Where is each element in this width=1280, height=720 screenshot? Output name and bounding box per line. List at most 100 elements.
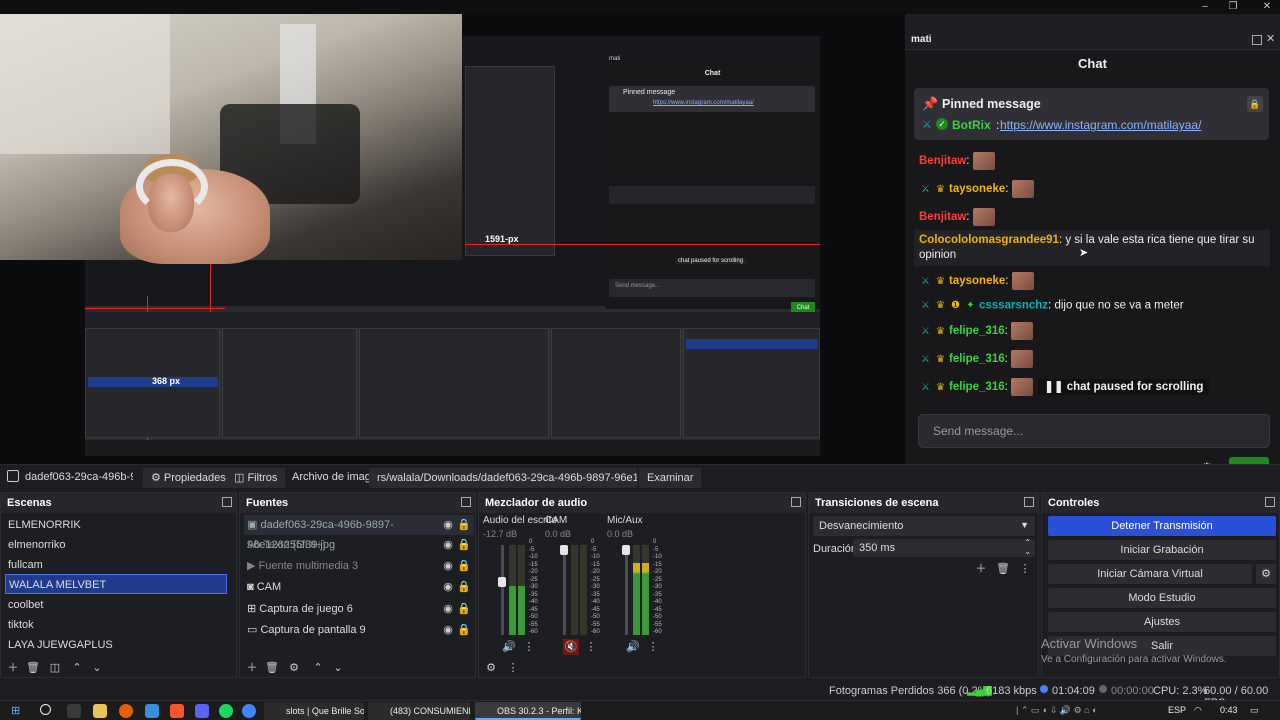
popout-icon[interactable] bbox=[222, 497, 232, 507]
windows-start-icon[interactable]: ⊞ bbox=[11, 704, 25, 718]
browse-button[interactable]: Examinar bbox=[639, 468, 702, 488]
arrow-down-icon[interactable]: ⌄ bbox=[89, 660, 105, 676]
more-icon[interactable]: ⋮ bbox=[505, 660, 521, 676]
properties-button[interactable]: ⚙ Propiedades bbox=[143, 468, 234, 488]
add-icon[interactable]: ＋ bbox=[973, 561, 989, 577]
scene-item[interactable]: fullcam bbox=[5, 555, 227, 575]
chat-username[interactable]: Benjitaw bbox=[919, 211, 966, 223]
pinned-link[interactable]: https://www.instagram.com/matilayaa/ bbox=[1000, 118, 1201, 132]
volume-fader-track[interactable] bbox=[501, 545, 504, 635]
pinned-message[interactable]: 📌 Pinned message 🔒 ⚔ ✓ BotRix : https://… bbox=[914, 88, 1269, 140]
wifi-icon[interactable]: ◠ bbox=[1194, 705, 1202, 716]
transition-select[interactable]: Desvanecimiento ▼ bbox=[813, 516, 1035, 536]
speaker-icon[interactable]: 🔊 bbox=[625, 639, 641, 655]
lock-icon[interactable]: 🔒 bbox=[456, 517, 472, 533]
popout-icon[interactable] bbox=[461, 497, 471, 507]
clock[interactable]: 0:43 bbox=[1220, 705, 1238, 715]
volume-fader-knob[interactable] bbox=[498, 576, 506, 587]
popout-icon[interactable] bbox=[1265, 497, 1275, 507]
eye-icon[interactable]: ◉ bbox=[440, 517, 456, 533]
popout-icon[interactable] bbox=[1252, 35, 1262, 45]
send-message-input[interactable]: Send message... bbox=[918, 414, 1270, 448]
scene-item[interactable]: coolbet bbox=[5, 595, 227, 615]
chat-username[interactable]: taysoneke bbox=[949, 183, 1005, 195]
chat-username[interactable]: Colocololomasgrandee91 bbox=[919, 234, 1059, 246]
chat-username[interactable]: felipe_316 bbox=[949, 381, 1005, 393]
taskbar-app-active[interactable]: OBS 30.2.3 - Perfil: Kl... bbox=[475, 702, 581, 720]
chat-username[interactable]: taysoneke bbox=[949, 275, 1005, 287]
muted-speaker-icon[interactable]: 🔇 bbox=[563, 639, 579, 655]
stop-stream-button[interactable]: Detener Transmisión bbox=[1048, 516, 1276, 536]
eye-icon[interactable]: ◉ bbox=[440, 622, 456, 638]
taskbar-app[interactable]: (483) CONSUMIEND... bbox=[368, 702, 470, 720]
filters-button[interactable]: ◫ Filtros bbox=[226, 468, 286, 488]
volume-fader-track[interactable] bbox=[625, 545, 628, 635]
store-icon[interactable] bbox=[145, 704, 159, 718]
volume-fader-knob[interactable] bbox=[560, 545, 568, 555]
lock-icon[interactable]: 🔒 bbox=[456, 537, 472, 553]
minimize-icon[interactable]: – bbox=[1195, 0, 1215, 14]
chat-username[interactable]: felipe_316 bbox=[949, 353, 1005, 365]
volume-fader-knob[interactable] bbox=[622, 545, 630, 555]
lock-icon[interactable]: 🔒 bbox=[456, 579, 472, 595]
eye-icon[interactable]: ◉ bbox=[440, 537, 456, 553]
notification-icon[interactable]: ▭ bbox=[1250, 705, 1259, 716]
duration-field[interactable]: 350 ms ⌃ ⌄ bbox=[853, 538, 1035, 557]
scene-item-selected[interactable]: WALALA MELVBET bbox=[5, 574, 227, 594]
task-view-icon[interactable] bbox=[67, 704, 81, 718]
chat-username[interactable]: Benjitaw bbox=[919, 155, 966, 167]
chrome-icon[interactable] bbox=[242, 704, 256, 718]
chat-username[interactable]: csssarsnchz bbox=[979, 300, 1048, 312]
filter-icon[interactable]: ◫ bbox=[47, 660, 63, 676]
gear-icon[interactable]: ⚙ bbox=[483, 660, 499, 676]
scene-item[interactable]: elmenorriko bbox=[5, 535, 227, 555]
folder-icon[interactable] bbox=[93, 704, 107, 718]
add-icon[interactable]: ＋ bbox=[244, 660, 260, 676]
speaker-icon[interactable]: 🔊 bbox=[501, 639, 517, 655]
scene-item[interactable]: tiktok bbox=[5, 615, 227, 635]
taskbar-app[interactable]: slots | Que Brille So... bbox=[264, 702, 364, 720]
image-path-field[interactable]: rs/walala/Downloads/dadef063-29ca-496b-9… bbox=[369, 468, 637, 488]
gear-icon[interactable]: ⚙ bbox=[1256, 564, 1276, 584]
close-icon[interactable]: ✕ bbox=[1266, 32, 1275, 45]
pinned-user[interactable]: BotRix bbox=[952, 118, 991, 132]
virtual-cam-button[interactable]: Iniciar Cámara Virtual bbox=[1048, 564, 1252, 584]
popout-icon[interactable] bbox=[791, 497, 801, 507]
stepper-icon[interactable]: ⌃ ⌄ bbox=[1024, 538, 1031, 556]
more-icon[interactable]: ⋮ bbox=[1017, 561, 1033, 577]
settings-button[interactable]: Ajustes bbox=[1048, 612, 1276, 632]
start-recording-button[interactable]: Iniciar Grabación bbox=[1048, 540, 1276, 560]
eye-icon[interactable]: ◉ bbox=[440, 579, 456, 595]
scene-item[interactable]: LAYA JUEWGAPLUS bbox=[5, 635, 227, 655]
studio-mode-button[interactable]: Modo Estudio bbox=[1048, 588, 1276, 608]
close-icon[interactable]: ✕ bbox=[1257, 0, 1277, 14]
chat-username[interactable]: felipe_316 bbox=[949, 325, 1005, 337]
more-icon[interactable]: ⋮ bbox=[521, 639, 537, 655]
search-icon[interactable] bbox=[40, 704, 51, 715]
arrow-up-icon[interactable]: ⌃ bbox=[310, 660, 326, 676]
trash-icon[interactable]: 🗑 bbox=[995, 561, 1011, 577]
more-icon[interactable]: ⋮ bbox=[645, 639, 661, 655]
eye-icon[interactable]: ◉ bbox=[440, 558, 456, 574]
add-icon[interactable]: ＋ bbox=[5, 660, 21, 676]
lock-icon[interactable]: 🔒 bbox=[1247, 96, 1263, 112]
maximize-icon[interactable]: ❐ bbox=[1223, 0, 1243, 14]
lock-icon[interactable]: 🔒 bbox=[456, 622, 472, 638]
arrow-up-icon[interactable]: ⌃ bbox=[69, 660, 85, 676]
spotify-icon[interactable] bbox=[219, 704, 233, 718]
volume-fader-track[interactable] bbox=[563, 545, 566, 635]
language-indicator[interactable]: ESP bbox=[1168, 705, 1186, 715]
popout-icon[interactable] bbox=[1024, 497, 1034, 507]
arrow-down-icon[interactable]: ⌄ bbox=[330, 660, 346, 676]
trash-icon[interactable]: 🗑 bbox=[264, 660, 280, 676]
brave-icon[interactable] bbox=[170, 704, 184, 718]
preview-canvas[interactable]: mati Chat Pinned message https://www.ins… bbox=[0, 14, 905, 464]
lock-icon[interactable]: 🔒 bbox=[456, 601, 472, 617]
firefox-icon[interactable] bbox=[119, 704, 133, 718]
discord-icon[interactable] bbox=[195, 704, 209, 718]
tray-icons[interactable]: | ⌃ ▭ ◖ ⇩ 🔊 ⚙ ⌂ ◐ bbox=[1016, 705, 1098, 716]
gear-icon[interactable]: ⚙ bbox=[286, 660, 302, 676]
lock-icon[interactable]: 🔒 bbox=[456, 558, 472, 574]
trash-icon[interactable]: 🗑 bbox=[25, 660, 41, 676]
chat-paused-banner[interactable]: ❚❚ chat paused for scrolling bbox=[1038, 379, 1210, 396]
